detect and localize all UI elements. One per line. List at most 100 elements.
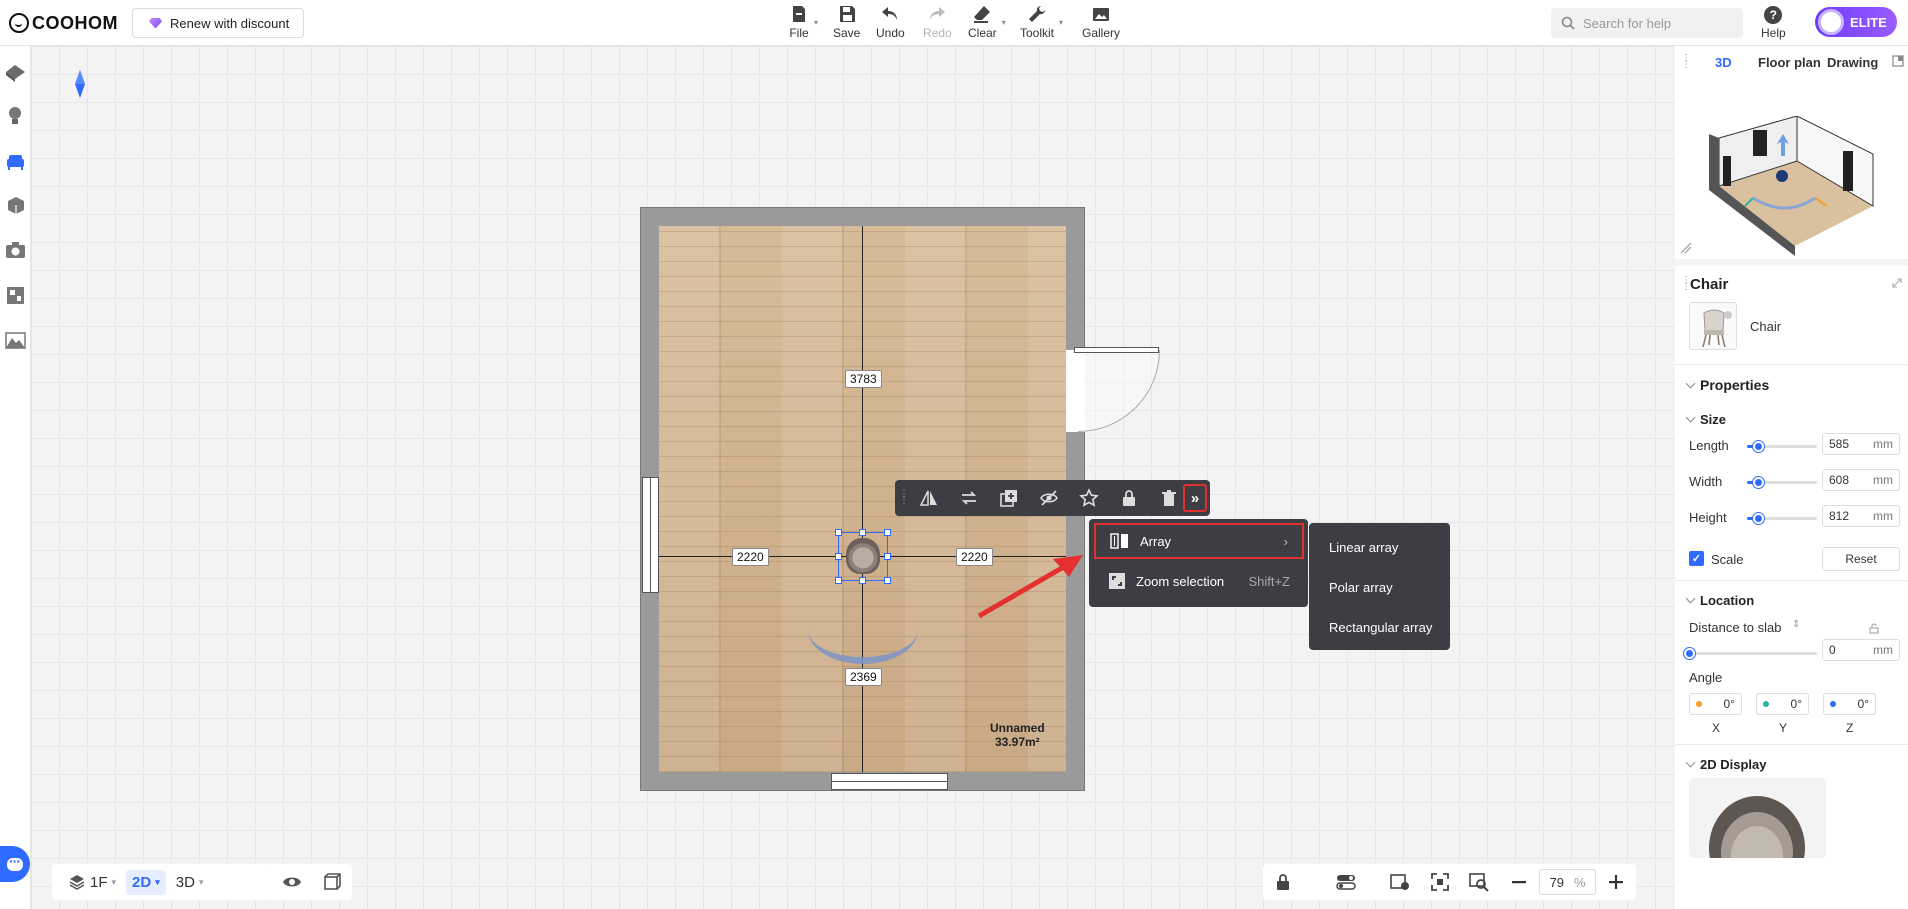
lock-canvas-button[interactable] <box>1263 864 1303 900</box>
avatar[interactable] <box>1818 9 1844 35</box>
width-slider-knob[interactable] <box>1752 477 1764 488</box>
resize-handle[interactable] <box>859 529 866 536</box>
reset-button[interactable]: Reset <box>1822 547 1900 571</box>
zoom-fit-button[interactable] <box>1460 864 1500 900</box>
menu-item-zoom-selection[interactable]: Zoom selection Shift+Z <box>1094 563 1304 599</box>
zoom-level-field[interactable]: 79 % <box>1538 869 1597 895</box>
resize-handle[interactable] <box>859 577 866 584</box>
gallery-button[interactable]: Gallery <box>1082 4 1120 44</box>
width-slider[interactable] <box>1747 477 1817 488</box>
elite-badge[interactable]: ELITE <box>1815 7 1897 37</box>
mode-2d-button[interactable]: 2D ▾ <box>126 869 166 895</box>
angle-x-field[interactable]: 0° <box>1689 693 1742 715</box>
fit-view-button[interactable] <box>1420 864 1460 900</box>
scale-checkbox[interactable]: ✓ <box>1689 551 1704 566</box>
gallery-label: Gallery <box>1082 26 1121 40</box>
resize-handle[interactable] <box>884 577 891 584</box>
door[interactable] <box>1074 347 1159 353</box>
length-field[interactable]: 585 mm <box>1822 433 1900 455</box>
tab-floor-plan[interactable]: Floor plan <box>1758 55 1821 70</box>
resize-handle[interactable] <box>835 553 842 560</box>
resize-handle[interactable] <box>835 577 842 584</box>
renew-with-discount-button[interactable]: Renew with discount <box>132 8 304 38</box>
save-button[interactable]: Save <box>833 4 860 44</box>
terrain-icon[interactable] <box>4 329 27 352</box>
submenu-item-polar-array[interactable]: Polar array <box>1309 567 1450 607</box>
submenu-item-rectangular-array[interactable]: Rectangular array <box>1309 607 1450 647</box>
location-section-header[interactable]: Location <box>1685 593 1754 608</box>
mirror-button[interactable] <box>909 480 949 516</box>
resize-handle[interactable] <box>884 553 891 560</box>
angle-x-dot <box>1696 701 1702 707</box>
tab-drawing[interactable]: Drawing <box>1827 55 1878 70</box>
resize-handle[interactable] <box>884 529 891 536</box>
height-field[interactable]: 812 mm <box>1822 505 1900 527</box>
unlock-icon[interactable] <box>1868 622 1880 634</box>
more-actions-button[interactable]: » <box>1183 484 1207 512</box>
lighting-icon[interactable] <box>4 104 27 127</box>
help-search[interactable] <box>1551 8 1743 38</box>
2d-display-thumbnail[interactable] <box>1689 778 1826 858</box>
help-button[interactable]: ? Help <box>1761 6 1786 40</box>
axis-y-label: Y <box>1779 721 1788 735</box>
height-slider[interactable] <box>1747 513 1817 524</box>
distance-slider-knob[interactable] <box>1684 648 1695 659</box>
lock-button[interactable] <box>1109 480 1149 516</box>
replace-button[interactable] <box>949 480 989 516</box>
file-button[interactable]: File ▾ <box>789 4 818 44</box>
favorite-button[interactable] <box>1069 480 1109 516</box>
expand-icon[interactable] <box>1892 278 1902 288</box>
chat-support-button[interactable] <box>0 846 30 882</box>
toolkit-button[interactable]: Toolkit ▾ <box>1020 4 1063 44</box>
floor-selector[interactable]: 1F ▾ <box>62 869 122 895</box>
view-settings-button[interactable] <box>1380 864 1420 900</box>
resize-corner-icon[interactable] <box>1680 242 1692 254</box>
resize-handle[interactable] <box>835 529 842 536</box>
window-bottom[interactable] <box>831 773 948 790</box>
room-label[interactable]: Unnamed 33.97m² <box>990 721 1045 749</box>
length-slider[interactable] <box>1747 441 1817 452</box>
duplicate-button[interactable] <box>989 480 1029 516</box>
angle-z-field[interactable]: 0° <box>1823 693 1876 715</box>
hide-button[interactable] <box>1029 480 1069 516</box>
minus-icon <box>1512 881 1527 884</box>
camera-icon[interactable] <box>4 239 27 262</box>
length-slider-knob[interactable] <box>1752 441 1764 452</box>
tab-3d[interactable]: 3D <box>1715 55 1732 70</box>
zoom-in-button[interactable] <box>1596 864 1636 900</box>
properties-section-header[interactable]: Properties <box>1685 377 1769 393</box>
pop-out-icon[interactable] <box>1892 55 1904 67</box>
room-structure-icon[interactable] <box>4 60 27 83</box>
drag-grip-icon[interactable]: ⋮ ⋮ <box>1681 54 1691 70</box>
size-section-header[interactable]: Size <box>1685 412 1726 427</box>
drag-grip-icon[interactable]: ⋮ ⋮ <box>899 490 909 506</box>
submenu-item-linear-array[interactable]: Linear array <box>1309 527 1450 567</box>
window-left[interactable] <box>642 477 659 593</box>
toggle-settings-button[interactable] <box>1327 864 1367 900</box>
width-field[interactable]: 608 mm <box>1822 469 1900 491</box>
object-thumbnail[interactable] <box>1689 302 1737 350</box>
undo-button[interactable]: Undo <box>876 4 905 44</box>
zoom-value: 79 <box>1549 874 1565 890</box>
eye-icon[interactable] <box>282 872 302 892</box>
selection-box[interactable] <box>838 532 888 581</box>
zoom-out-button[interactable] <box>1499 864 1539 900</box>
height-slider-knob[interactable] <box>1752 513 1764 524</box>
2d-display-section-header[interactable]: 2D Display <box>1685 757 1766 772</box>
furniture-icon[interactable] <box>4 150 27 173</box>
mode-3d-button[interactable]: 3D ▾ <box>170 870 210 895</box>
distance-field[interactable]: 0 mm <box>1822 639 1900 661</box>
search-input[interactable] <box>1583 15 1733 31</box>
model-library-icon[interactable] <box>4 194 27 217</box>
object-toolbar: ⋮ ⋮ » <box>895 480 1210 516</box>
floorplan-icon[interactable] <box>4 284 27 307</box>
redo-button[interactable]: Redo <box>923 4 952 44</box>
coohom-logo[interactable]: COOHOM <box>9 12 118 34</box>
length-unit: mm <box>1873 437 1893 451</box>
clear-button[interactable]: Clear ▾ <box>968 4 1006 44</box>
cube-view-icon[interactable] <box>322 872 342 892</box>
3d-preview[interactable] <box>1693 116 1893 256</box>
menu-item-array[interactable]: Array › <box>1094 523 1304 559</box>
distance-slider[interactable] <box>1684 648 1817 659</box>
angle-y-field[interactable]: 0° <box>1756 693 1809 715</box>
